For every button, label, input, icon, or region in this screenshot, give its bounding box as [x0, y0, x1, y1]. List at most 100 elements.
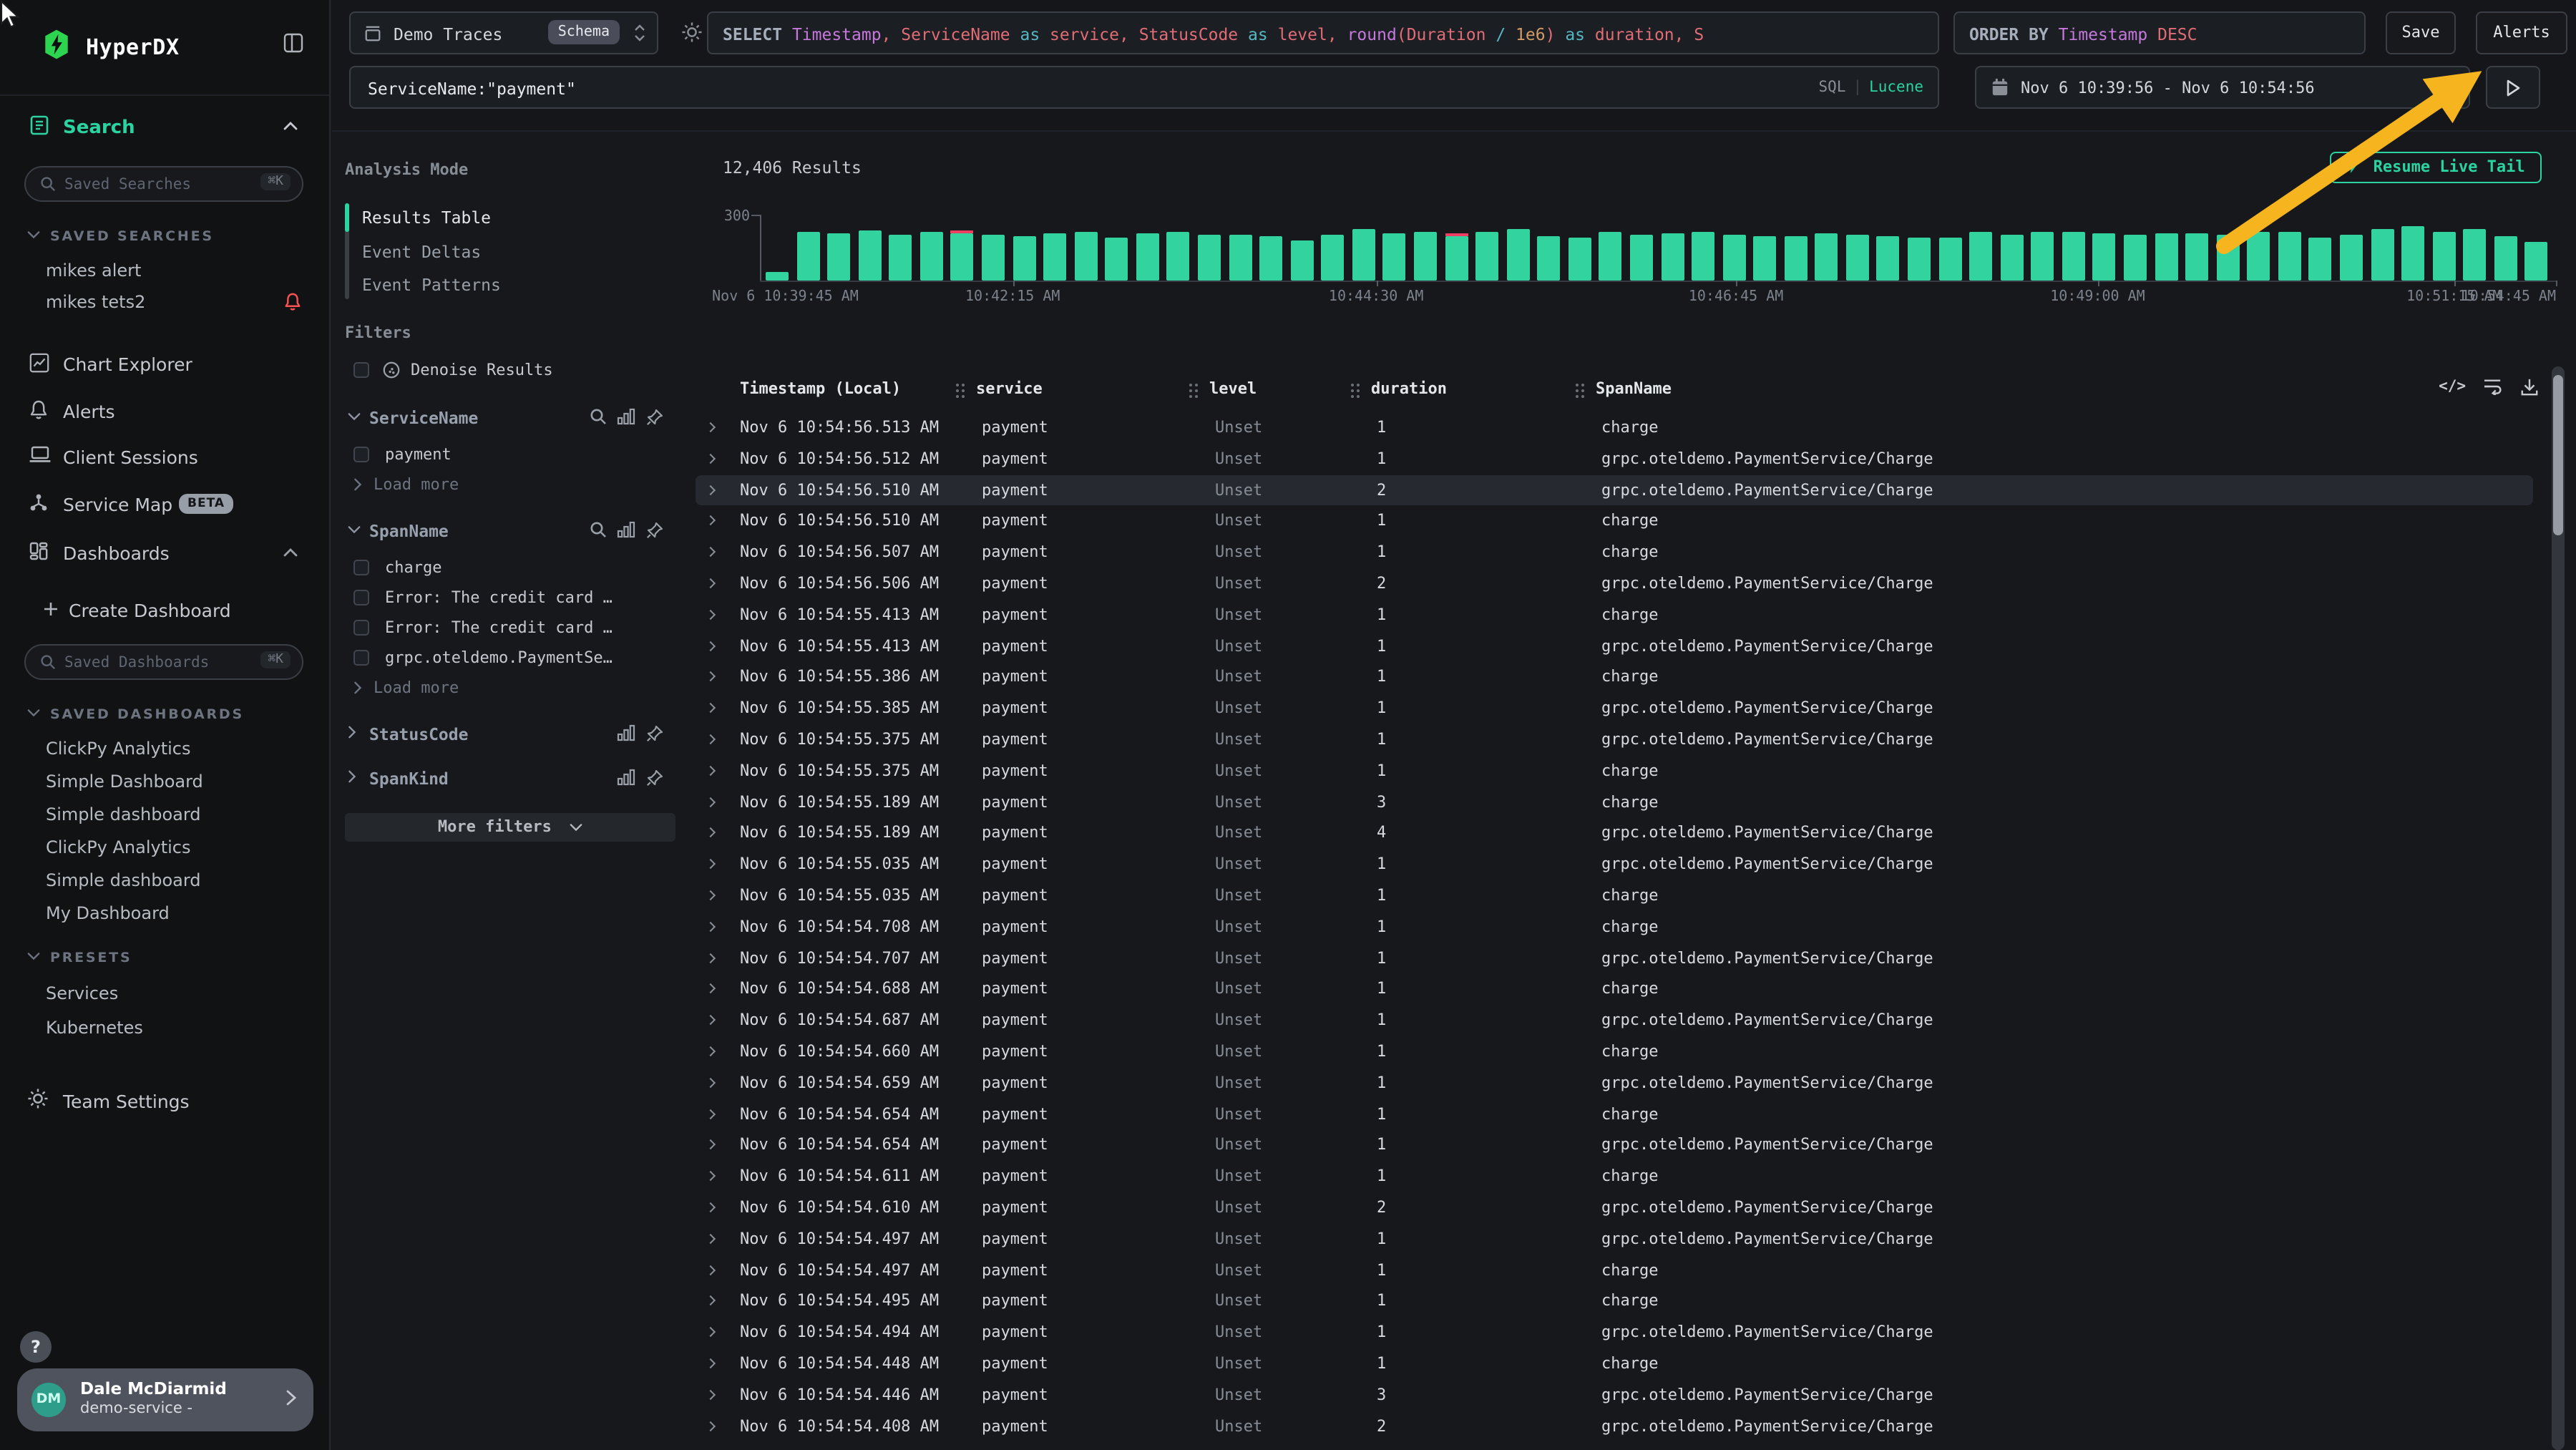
- run-query-button[interactable]: [2486, 66, 2540, 109]
- pin-icon[interactable]: [645, 521, 664, 540]
- saved-dashboards-input[interactable]: Saved Dashboards ⌘K: [24, 644, 303, 680]
- more-filters-button[interactable]: More filters: [345, 813, 675, 842]
- histogram-bar[interactable]: [2155, 233, 2177, 281]
- expand-row-chevron-icon[interactable]: [706, 641, 716, 651]
- column-header-duration[interactable]: duration: [1371, 379, 1447, 398]
- expand-row-chevron-icon[interactable]: [706, 610, 716, 620]
- expand-row-chevron-icon[interactable]: [706, 703, 716, 713]
- histogram-bar[interactable]: [2494, 236, 2517, 281]
- histogram-bar[interactable]: [796, 233, 819, 281]
- view-source-icon[interactable]: </>: [2439, 378, 2466, 396]
- table-row[interactable]: Nov 6 10:54:56.512 AMpaymentUnset1grpc.o…: [696, 444, 2533, 475]
- table-row[interactable]: Nov 6 10:54:54.611 AMpaymentUnset1charge: [696, 1161, 2533, 1192]
- histogram-bar[interactable]: [2525, 241, 2548, 281]
- expand-row-chevron-icon[interactable]: [706, 422, 716, 432]
- expand-row-chevron-icon[interactable]: [706, 1390, 716, 1400]
- download-icon[interactable]: [2520, 378, 2539, 396]
- histogram-bar[interactable]: [1568, 238, 1591, 281]
- table-row[interactable]: Nov 6 10:54:54.687 AMpaymentUnset1grpc.o…: [696, 1005, 2533, 1036]
- table-row[interactable]: Nov 6 10:54:54.707 AMpaymentUnset1grpc.o…: [696, 943, 2533, 974]
- expand-row-chevron-icon[interactable]: [706, 766, 716, 776]
- sidebar-item-alerts[interactable]: Alerts: [0, 395, 329, 429]
- saved-dashboards-section[interactable]: SAVED DASHBOARDS: [50, 707, 244, 723]
- search-icon[interactable]: [590, 408, 607, 427]
- histogram-bar[interactable]: [2401, 225, 2424, 281]
- histogram-bar[interactable]: [766, 273, 789, 281]
- histogram-bar[interactable]: [1722, 235, 1745, 281]
- histogram-bar[interactable]: [2185, 233, 2208, 281]
- sidebar-item-client-sessions[interactable]: Client Sessions: [0, 441, 329, 475]
- expand-row-chevron-icon[interactable]: [706, 516, 716, 526]
- preset-item[interactable]: Kubernetes: [46, 1018, 143, 1038]
- saved-search-item[interactable]: mikes alert: [46, 261, 141, 281]
- filter-option-checkbox[interactable]: [353, 620, 369, 636]
- sidebar-item-dashboards[interactable]: Dashboards: [0, 537, 329, 571]
- table-row[interactable]: Nov 6 10:54:54.448 AMpaymentUnset1charge: [696, 1348, 2533, 1380]
- table-row[interactable]: Nov 6 10:54:54.408 AMpaymentUnset2grpc.o…: [696, 1411, 2533, 1442]
- filter-group-servicename[interactable]: ServiceName: [331, 407, 690, 429]
- drag-handle-icon[interactable]: [1351, 384, 1354, 386]
- histogram-bar[interactable]: [1753, 236, 1776, 281]
- expand-row-chevron-icon[interactable]: [706, 1078, 716, 1088]
- saved-dashboard-item[interactable]: ClickPy Analytics: [46, 739, 191, 759]
- source-select[interactable]: Demo Traces Schema: [349, 11, 658, 54]
- histogram-bar[interactable]: [1136, 233, 1159, 281]
- expand-row-chevron-icon[interactable]: [706, 1046, 716, 1056]
- table-row[interactable]: Nov 6 10:54:54.654 AMpaymentUnset1charge: [696, 1099, 2533, 1130]
- filter-option-checkbox[interactable]: [353, 650, 369, 666]
- preset-item[interactable]: Services: [46, 983, 118, 1003]
- table-row[interactable]: Nov 6 10:54:54.610 AMpaymentUnset2grpc.o…: [696, 1192, 2533, 1224]
- lang-sql-toggle[interactable]: SQL: [1819, 79, 1846, 96]
- histogram-bar[interactable]: [1290, 240, 1313, 281]
- table-row[interactable]: Nov 6 10:54:54.688 AMpaymentUnset1charge: [696, 974, 2533, 1006]
- expand-row-chevron-icon[interactable]: [706, 454, 716, 464]
- histogram-bar[interactable]: [2124, 234, 2147, 281]
- lang-lucene-toggle[interactable]: Lucene: [1869, 79, 1923, 96]
- histogram-bar[interactable]: [827, 233, 850, 281]
- histogram-bar[interactable]: [1938, 238, 1961, 281]
- saved-search-item[interactable]: mikes tets2: [46, 292, 331, 312]
- expand-row-chevron-icon[interactable]: [706, 797, 716, 807]
- expand-row-chevron-icon[interactable]: [706, 1234, 716, 1244]
- search-query-input[interactable]: ServiceName:"payment" SQL|Lucene: [349, 66, 1939, 109]
- table-row[interactable]: Nov 6 10:54:56.510 AMpaymentUnset1charge: [696, 506, 2533, 537]
- histogram-bar[interactable]: [1259, 236, 1282, 281]
- histogram-bar[interactable]: [1475, 233, 1498, 281]
- histogram-bar[interactable]: [1692, 233, 1714, 281]
- sidebar-item-service-map[interactable]: Service MapBETA: [0, 488, 329, 522]
- table-row[interactable]: Nov 6 10:54:56.507 AMpaymentUnset1charge: [696, 537, 2533, 568]
- table-row[interactable]: Nov 6 10:54:56.510 AMpaymentUnset2grpc.o…: [696, 475, 2533, 506]
- chart-icon[interactable]: [617, 724, 635, 743]
- histogram-bar[interactable]: [1785, 237, 1807, 281]
- histogram-bar[interactable]: [1846, 234, 1869, 281]
- column-header-service[interactable]: service: [976, 379, 1043, 398]
- filter-option-label[interactable]: charge: [385, 558, 442, 577]
- histogram-bar[interactable]: [1229, 235, 1252, 281]
- expand-row-chevron-icon[interactable]: [706, 922, 716, 932]
- drag-handle-icon[interactable]: [1189, 384, 1192, 386]
- table-row[interactable]: Nov 6 10:54:55.413 AMpaymentUnset1charge: [696, 600, 2533, 631]
- filter-option-checkbox[interactable]: [353, 447, 369, 462]
- table-row[interactable]: Nov 6 10:54:54.497 AMpaymentUnset1charge: [696, 1255, 2533, 1286]
- expand-row-chevron-icon[interactable]: [706, 485, 716, 495]
- pin-icon[interactable]: [645, 408, 664, 427]
- histogram-bar[interactable]: [2432, 231, 2455, 281]
- alerts-button[interactable]: Alerts: [2476, 11, 2567, 54]
- order-by-editor[interactable]: ORDER BY Timestamp DESC: [1953, 11, 2366, 54]
- table-row[interactable]: Nov 6 10:54:54.708 AMpaymentUnset1charge: [696, 912, 2533, 943]
- chart-icon[interactable]: [617, 769, 635, 787]
- mode-tab-results-table[interactable]: Results Table: [362, 208, 491, 228]
- mode-tab-event-patterns[interactable]: Event Patterns: [362, 275, 501, 295]
- expand-row-chevron-icon[interactable]: [706, 953, 716, 963]
- presets-section[interactable]: PRESETS: [50, 950, 132, 966]
- table-row[interactable]: Nov 6 10:54:54.446 AMpaymentUnset3grpc.o…: [696, 1380, 2533, 1411]
- histogram-bar[interactable]: [1537, 237, 1560, 281]
- histogram-bar[interactable]: [1013, 237, 1035, 281]
- filter-option-label[interactable]: grpc.oteldemo.PaymentSe…: [385, 648, 613, 667]
- chart-icon[interactable]: [617, 521, 635, 540]
- drag-handle-icon[interactable]: [956, 384, 959, 386]
- table-row[interactable]: Nov 6 10:54:56.513 AMpaymentUnset1charge: [696, 412, 2533, 444]
- save-button[interactable]: Save: [2386, 11, 2456, 54]
- table-row[interactable]: Nov 6 10:54:54.659 AMpaymentUnset1grpc.o…: [696, 1068, 2533, 1099]
- table-row[interactable]: Nov 6 10:54:55.385 AMpaymentUnset1grpc.o…: [696, 693, 2533, 724]
